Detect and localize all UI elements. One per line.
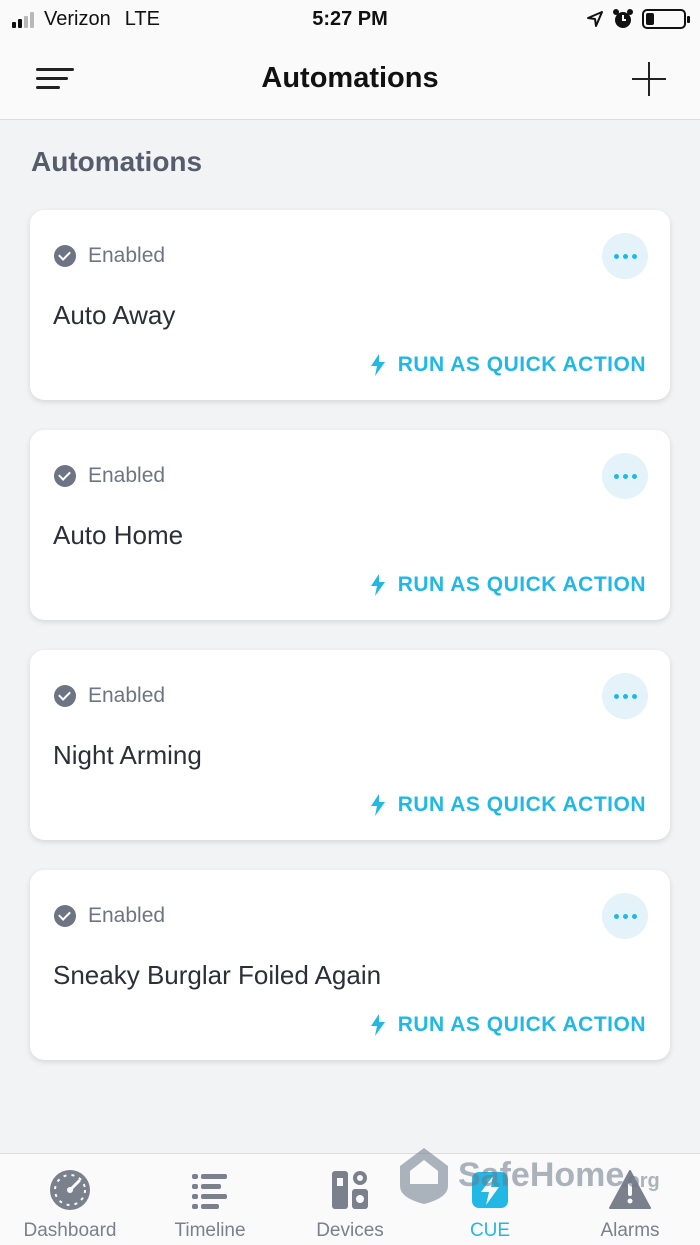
automation-card[interactable]: Enabled Auto Home RUN AS QUICK ACTION: [30, 430, 670, 620]
automation-name: Auto Away: [53, 300, 176, 330]
alarm-clock-icon: [613, 9, 633, 28]
automation-name: Sneaky Burglar Foiled Again: [53, 960, 382, 990]
automation-card[interactable]: Enabled Auto Away RUN AS QUICK ACTION: [30, 210, 670, 400]
more-options-button[interactable]: [602, 233, 648, 279]
section-title: Automations: [31, 146, 203, 177]
more-options-button[interactable]: [602, 893, 648, 939]
tab-label: Timeline: [174, 1220, 246, 1241]
quick-action-label: RUN AS QUICK ACTION: [397, 793, 646, 816]
quick-action-label: RUN AS QUICK ACTION: [397, 353, 646, 376]
status-label: Enabled: [88, 904, 166, 927]
app-header: Automations: [0, 40, 700, 120]
lightning-bolt-icon: [370, 794, 385, 816]
status-row: Enabled: [54, 684, 165, 708]
status-label: Enabled: [88, 464, 166, 487]
more-options-button[interactable]: [602, 673, 648, 719]
run-quick-action-button[interactable]: RUN AS QUICK ACTION: [370, 573, 646, 597]
lightning-bolt-icon: [370, 574, 385, 596]
lightning-bolt-icon: [370, 1014, 385, 1036]
tab-timeline[interactable]: Timeline: [140, 1154, 280, 1245]
add-automation-button[interactable]: [632, 62, 666, 96]
status-label: Enabled: [88, 244, 166, 267]
quick-action-label: RUN AS QUICK ACTION: [397, 1013, 646, 1036]
check-circle-icon: [54, 245, 76, 267]
automation-card[interactable]: Enabled Night Arming RUN AS QUICK ACTION: [30, 650, 670, 840]
watermark-suffix: .org: [622, 1170, 660, 1192]
automation-list: Enabled Auto Away RUN AS QUICK ACTION En…: [30, 210, 670, 1090]
timeline-icon: [192, 1174, 227, 1209]
check-circle-icon: [54, 905, 76, 927]
location-arrow-icon: [587, 11, 603, 27]
tab-label: Alarms: [600, 1220, 660, 1241]
dashboard-icon: [50, 1170, 90, 1210]
watermark-text: SafeHome: [458, 1156, 625, 1194]
battery-icon: [642, 9, 690, 29]
status-right: [586, 8, 690, 30]
page-title: Automations: [261, 62, 439, 94]
devices-icon: [332, 1171, 368, 1209]
run-quick-action-button[interactable]: RUN AS QUICK ACTION: [370, 793, 646, 817]
tab-label: Dashboard: [23, 1220, 117, 1241]
status-row: Enabled: [54, 904, 165, 928]
status-row: Enabled: [54, 464, 165, 488]
check-circle-icon: [54, 685, 76, 707]
run-quick-action-button[interactable]: RUN AS QUICK ACTION: [370, 1013, 646, 1037]
lightning-bolt-icon: [370, 354, 385, 376]
tab-dashboard[interactable]: Dashboard: [0, 1154, 140, 1245]
run-quick-action-button[interactable]: RUN AS QUICK ACTION: [370, 353, 646, 377]
check-circle-icon: [54, 465, 76, 487]
status-label: Enabled: [88, 684, 166, 707]
house-shield-icon: [400, 1148, 448, 1204]
status-row: Enabled: [54, 244, 165, 268]
automation-card[interactable]: Enabled Sneaky Burglar Foiled Again RUN …: [30, 870, 670, 1060]
more-options-button[interactable]: [602, 453, 648, 499]
quick-action-label: RUN AS QUICK ACTION: [397, 573, 646, 596]
watermark: SafeHome .org: [398, 1146, 678, 1206]
tab-label: Devices: [316, 1220, 384, 1241]
status-bar: Verizon LTE 5:27 PM: [0, 0, 700, 40]
automation-name: Night Arming: [53, 740, 202, 770]
automation-name: Auto Home: [53, 520, 184, 550]
tab-label: CUE: [469, 1220, 511, 1241]
